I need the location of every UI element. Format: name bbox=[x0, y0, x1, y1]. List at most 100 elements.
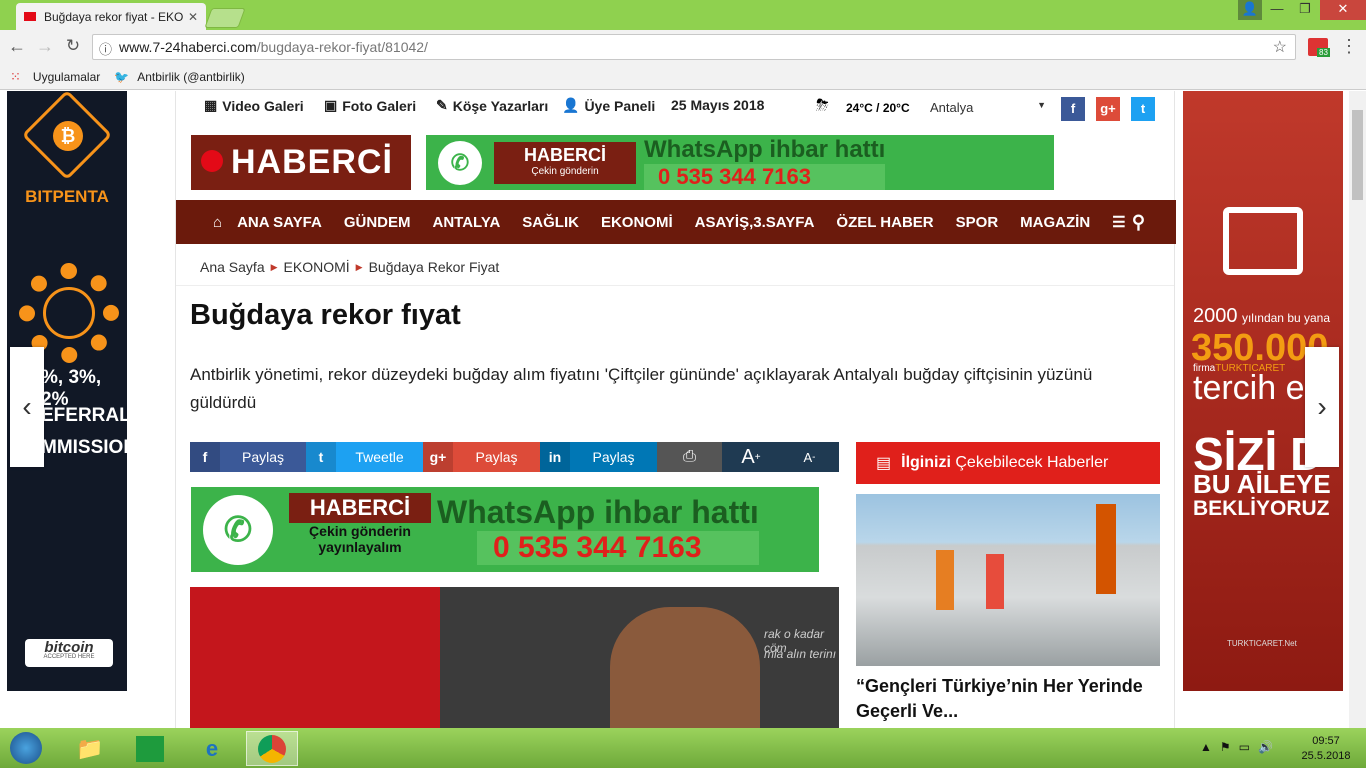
main-nav: ⌂ ANA SAYFA GÜNDEM ANTALYA SAĞLIK EKONOM… bbox=[176, 200, 1176, 244]
breadcrumb-home[interactable]: Ana Sayfa bbox=[200, 259, 265, 275]
print-button[interactable]: ⎙ bbox=[657, 442, 722, 472]
slider-prev-arrow[interactable]: ‹ bbox=[10, 347, 44, 467]
breadcrumb-current: Buğdaya Rekor Fiyat bbox=[368, 259, 500, 275]
facebook-icon[interactable]: f bbox=[1061, 97, 1085, 121]
chevron-down-icon: ▼ bbox=[1037, 100, 1046, 110]
taskbar-clock[interactable]: 09:57 25.5.2018 bbox=[1296, 734, 1356, 764]
google-plus-icon[interactable]: g+ bbox=[1096, 97, 1120, 121]
whatsapp-banner-top[interactable]: ✆ HABERCİ Çekin gönderin WhatsApp ihbar … bbox=[426, 135, 1054, 190]
nav-gundem[interactable]: GÜNDEM bbox=[333, 214, 422, 231]
scrollbar-thumb[interactable] bbox=[1352, 110, 1363, 200]
start-button[interactable] bbox=[0, 730, 52, 765]
nav-video-gallery[interactable]: ▦ Video Galeri bbox=[204, 97, 304, 114]
related-news-header: ▤ İlginizi Çekebilecek Haberler bbox=[856, 442, 1160, 484]
nav-ozel-haber[interactable]: ÖZEL HABER bbox=[825, 214, 944, 231]
site-logo[interactable]: HABERCİ bbox=[191, 135, 411, 190]
nav-asayis[interactable]: ASAYİŞ,3.SAYFA bbox=[684, 214, 826, 231]
home-icon[interactable]: ⌂ bbox=[202, 214, 226, 231]
store-icon bbox=[136, 735, 164, 762]
breadcrumb: Ana Sayfa ▶ EKONOMİ ▶ Buğdaya Rekor Fiya… bbox=[200, 259, 499, 275]
search-icon[interactable]: ⚲ bbox=[1121, 212, 1156, 233]
info-icon[interactable]: ⓘ bbox=[99, 39, 112, 58]
store-taskbar-icon[interactable] bbox=[124, 731, 176, 766]
nav-member-panel[interactable]: 👤 Üye Paneli bbox=[562, 97, 655, 114]
wa2-brand: HABERCİ bbox=[289, 492, 431, 523]
bookmark-star-icon[interactable]: ☆ bbox=[1273, 37, 1287, 57]
share-facebook-button[interactable]: f Paylaş bbox=[190, 442, 306, 472]
chrome-taskbar-icon[interactable] bbox=[246, 731, 298, 766]
browser-tab[interactable]: Buğdaya rekor fiyat - EKO ✕ bbox=[16, 3, 206, 30]
apps-icon[interactable]: ⁙ bbox=[10, 69, 21, 85]
right-ad-slogan3: BEKLİYORUZ bbox=[1193, 497, 1330, 520]
nav-spor[interactable]: SPOR bbox=[945, 214, 1010, 231]
bookmark-apps[interactable]: Uygulamalar bbox=[33, 70, 100, 84]
worker-figure bbox=[986, 554, 1004, 609]
font-increase-button[interactable]: A + bbox=[722, 442, 780, 472]
reload-button[interactable]: ↻ bbox=[62, 36, 84, 56]
explorer-taskbar-icon[interactable]: 📁 bbox=[64, 731, 116, 766]
font-decrease-button[interactable]: A- bbox=[780, 442, 839, 472]
maximize-button[interactable]: ❐ bbox=[1290, 0, 1320, 20]
share-linkedin-label: Paylaş bbox=[592, 449, 635, 465]
nav-ekonomi[interactable]: EKONOMİ bbox=[590, 214, 684, 231]
facebook-icon: f bbox=[190, 442, 220, 472]
ie-taskbar-icon[interactable]: e bbox=[186, 731, 238, 766]
forward-button[interactable]: → bbox=[34, 36, 56, 57]
worker-figure bbox=[936, 550, 954, 610]
new-tab-button[interactable] bbox=[204, 8, 246, 28]
nav-home[interactable]: ANA SAYFA bbox=[226, 214, 333, 231]
article-photo: rak o kadar cöm mla alın terinı bbox=[190, 587, 839, 728]
share-twitter-button[interactable]: t Tweetle bbox=[306, 442, 423, 472]
wa2-subtitle2: yayınlayalım bbox=[318, 538, 402, 555]
bitcoin-icon: ₿ bbox=[53, 121, 83, 151]
breadcrumb-sep-icon: ▶ bbox=[355, 261, 363, 272]
breadcrumb-category[interactable]: EKONOMİ bbox=[284, 259, 350, 275]
nav-antalya[interactable]: ANTALYA bbox=[421, 214, 511, 231]
worker-figure bbox=[1096, 504, 1116, 594]
nav-photo-gallery[interactable]: ▣ Foto Galeri bbox=[324, 97, 416, 114]
nav-saglik[interactable]: SAĞLIK bbox=[511, 214, 590, 231]
photo-text-2: mla alın terinı bbox=[764, 647, 837, 661]
share-linkedin-button[interactable]: in Paylaş bbox=[540, 442, 657, 472]
whatsapp-icon: ✆ bbox=[203, 494, 273, 565]
handshake-icon bbox=[43, 287, 95, 339]
related-news-image[interactable] bbox=[856, 494, 1160, 666]
url-path: /bugdaya-rekor-fiyat/81042/ bbox=[256, 39, 428, 55]
slider-next-arrow[interactable]: › bbox=[1305, 347, 1339, 467]
profile-icon[interactable]: 👤 bbox=[1238, 0, 1262, 20]
close-window-button[interactable]: ✕ bbox=[1320, 0, 1366, 20]
wa1-phone: 0 535 344 7163 bbox=[644, 163, 886, 190]
bookmark-antbirlik[interactable]: Antbirlik (@antbirlik) bbox=[137, 70, 245, 84]
menu-icon[interactable]: ⋮ bbox=[1340, 36, 1358, 57]
left-ad-line2: EFERRAL bbox=[41, 405, 131, 426]
share-google-button[interactable]: g+ Paylaş bbox=[423, 442, 540, 472]
windows-logo-icon bbox=[10, 731, 42, 764]
nav-video-gallery-label: Video Galeri bbox=[222, 97, 304, 114]
right-ad-footer: TURKTICARET.Net bbox=[1227, 639, 1297, 648]
related-news-caption[interactable]: “Gençleri Türkiye’nin Her Yerinde Geçerl… bbox=[856, 674, 1160, 724]
bookmarks-bar: ⁙ Uygulamalar 🐦 Antbirlik (@antbirlik) bbox=[0, 64, 1366, 90]
wa2-title: WhatsApp ihbar hattı bbox=[437, 494, 759, 530]
right-ad-tercih: tercih et bbox=[1193, 369, 1314, 407]
newspaper-icon: ▤ bbox=[876, 455, 892, 472]
nav-magazin[interactable]: MAGAZİN bbox=[1009, 214, 1101, 231]
extension-icon[interactable]: 83 bbox=[1308, 38, 1330, 57]
share-twitter-label: Tweetle bbox=[355, 449, 404, 465]
chrome-icon bbox=[258, 734, 286, 763]
address-bar[interactable]: ⓘ www.7-24haberci.com/bugdaya-rekor-fiya… bbox=[92, 34, 1296, 60]
twitter-icon[interactable]: t bbox=[1131, 97, 1155, 121]
tab-close-icon[interactable]: ✕ bbox=[188, 10, 198, 24]
back-button[interactable]: ← bbox=[6, 36, 28, 57]
share-google-label: Paylaş bbox=[475, 449, 518, 465]
city-select[interactable]: Antalya ▼ bbox=[930, 100, 1046, 115]
divider bbox=[176, 285, 1174, 286]
wa2-subtitle1: Çekin gönderin bbox=[309, 522, 411, 539]
left-ad-line3: MMISSION bbox=[41, 437, 138, 458]
right-ad-since: yılından bu yana bbox=[1241, 311, 1331, 325]
system-tray-icons[interactable]: ▲⚑▭🔊 bbox=[1200, 740, 1281, 754]
nav-photo-gallery-label: Foto Galeri bbox=[342, 97, 417, 114]
nav-columnists[interactable]: ✎ Köşe Yazarları bbox=[436, 97, 548, 114]
whatsapp-banner-article[interactable]: ✆ HABERCİ Çekin gönderin yayınlayalım Wh… bbox=[191, 487, 819, 572]
minimize-button[interactable]: — bbox=[1262, 0, 1292, 20]
bitcoin-badge-sub: ACCEPTED HERE bbox=[43, 654, 95, 660]
